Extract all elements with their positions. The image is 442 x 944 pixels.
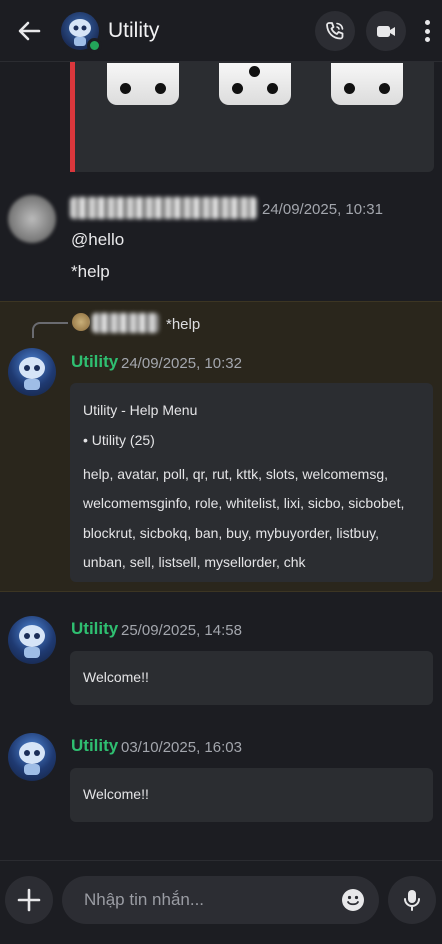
user-avatar[interactable] bbox=[8, 195, 56, 243]
embed-title: Utility - Help Menu bbox=[83, 402, 198, 418]
message-input[interactable] bbox=[84, 876, 324, 924]
phone-icon bbox=[326, 22, 344, 40]
more-vertical-icon[interactable] bbox=[420, 17, 434, 45]
author-name[interactable]: Utility bbox=[71, 736, 118, 756]
video-call-button[interactable] bbox=[366, 11, 406, 51]
message-timestamp: 24/09/2025, 10:31 bbox=[262, 201, 383, 218]
help-menu-embed: Utility - Help Menu • Utility (25) help,… bbox=[70, 383, 433, 582]
bot-avatar[interactable] bbox=[8, 733, 56, 781]
welcome-embed: Welcome!! bbox=[70, 651, 433, 705]
robot-icon bbox=[19, 357, 45, 390]
robot-icon bbox=[19, 742, 45, 775]
video-camera-icon bbox=[377, 26, 395, 37]
microphone-icon bbox=[404, 890, 420, 911]
channel-title[interactable]: Utility bbox=[108, 19, 159, 43]
die-face bbox=[107, 63, 179, 105]
author-name-blurred[interactable] bbox=[70, 197, 257, 219]
voice-message-button[interactable] bbox=[388, 876, 436, 924]
plus-icon bbox=[17, 888, 41, 912]
embed-text: Welcome!! bbox=[83, 669, 149, 685]
dice-embed bbox=[70, 62, 434, 172]
message-timestamp: 03/10/2025, 16:03 bbox=[121, 739, 242, 756]
online-status-dot bbox=[87, 38, 102, 53]
reply-author-blurred[interactable] bbox=[92, 313, 159, 333]
back-arrow-icon[interactable] bbox=[14, 16, 44, 46]
welcome-embed: Welcome!! bbox=[70, 768, 433, 822]
die-face bbox=[219, 63, 291, 105]
emoji-icon[interactable] bbox=[341, 888, 365, 912]
embed-text: Welcome!! bbox=[83, 786, 149, 802]
message-line: @hello bbox=[71, 230, 125, 249]
author-name[interactable]: Utility bbox=[71, 619, 118, 639]
embed-subtitle: • Utility (25) bbox=[83, 432, 155, 448]
chat-header: Utility bbox=[0, 0, 442, 62]
message-composer bbox=[0, 860, 442, 944]
channel-avatar[interactable] bbox=[61, 12, 102, 53]
reply-connector bbox=[32, 322, 68, 338]
command-list: help, avatar, poll, qr, rut, kttk, slots… bbox=[83, 466, 405, 571]
bot-avatar[interactable] bbox=[8, 616, 56, 664]
die-face bbox=[331, 63, 403, 105]
reply-preview-text[interactable]: *help bbox=[166, 316, 200, 333]
bot-avatar[interactable] bbox=[8, 348, 56, 396]
voice-call-button[interactable] bbox=[315, 11, 355, 51]
message-line: *help bbox=[71, 262, 110, 281]
reply-avatar bbox=[72, 313, 90, 331]
author-name[interactable]: Utility bbox=[71, 352, 118, 372]
add-attachment-button[interactable] bbox=[5, 876, 53, 924]
message-input-container[interactable] bbox=[62, 876, 379, 924]
robot-icon bbox=[19, 625, 45, 658]
message-timestamp: 25/09/2025, 14:58 bbox=[121, 622, 242, 639]
message-timestamp: 24/09/2025, 10:32 bbox=[121, 355, 242, 372]
